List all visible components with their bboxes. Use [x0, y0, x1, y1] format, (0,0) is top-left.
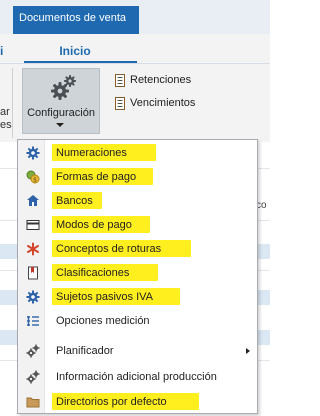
menu-item-planificador[interactable]: Planificador — [18, 339, 257, 363]
menu-item-label: Formas de pago — [56, 171, 137, 183]
vencimientos-label: Vencimientos — [130, 97, 196, 109]
ribbon-left-button-fragment[interactable]: ar — [0, 106, 10, 118]
menu-item-formas-de-pago[interactable]: $ Formas de pago — [18, 165, 257, 189]
document-list-icon — [115, 96, 125, 110]
title-strip: Documentos de venta — [0, 0, 270, 34]
document-tab[interactable]: Documentos de venta — [13, 6, 139, 34]
bank-icon — [27, 195, 39, 206]
configuracion-label: Configuración — [27, 107, 95, 119]
coins-icon: $ — [26, 170, 40, 184]
menu-item-opciones-medicion[interactable]: Opciones medición — [18, 309, 257, 333]
menu-item-conceptos-de-roturas[interactable]: Conceptos de roturas — [18, 237, 257, 261]
menu-item-clasificaciones[interactable]: Clasificaciones — [18, 261, 257, 285]
tab-inicio[interactable]: Inicio — [40, 44, 110, 58]
retenciones-label: Retenciones — [130, 74, 192, 86]
menu-item-label: Modos de pago — [56, 219, 132, 231]
menu-item-label: Información adicional producción — [56, 371, 217, 383]
document-list-icon — [115, 73, 125, 87]
card-icon — [26, 220, 40, 230]
svg-text:$: $ — [33, 177, 37, 184]
asterisk-icon — [27, 242, 39, 256]
gears-icon — [51, 75, 76, 100]
ribbon-group-separator — [12, 68, 13, 138]
measure-list-icon — [27, 316, 39, 326]
menu-item-label: Numeraciones — [56, 147, 127, 159]
menu-item-label: Opciones medición — [56, 315, 150, 327]
menu-item-label: Bancos — [56, 195, 93, 207]
menu-item-informacion-adicional-produccion[interactable]: Información adicional producción — [18, 365, 257, 389]
vencimientos-button[interactable]: Vencimientos — [114, 94, 195, 112]
folder-icon — [26, 397, 40, 408]
ribbon-left-button-fragment-2[interactable]: es — [0, 119, 12, 131]
submenu-arrow-icon — [246, 348, 250, 354]
menu-item-sujetos-pasivos-iva[interactable]: Sujetos pasivos IVA — [18, 285, 257, 309]
gears-icon — [26, 370, 40, 384]
gear-icon — [26, 290, 40, 304]
configuracion-dropdown-menu: Numeraciones $ Formas de pago Bancos Mod… — [17, 139, 258, 414]
menu-item-label: Planificador — [56, 345, 114, 357]
menu-item-label: Clasificaciones — [56, 267, 130, 279]
configuracion-button[interactable]: Configuración — [22, 68, 100, 134]
retenciones-button[interactable]: Retenciones — [114, 71, 191, 89]
menu-item-numeraciones[interactable]: Numeraciones — [18, 141, 257, 165]
ribbon-divider — [0, 63, 270, 64]
menu-item-label: Directorios por defecto — [56, 396, 167, 408]
gear-icon — [26, 146, 40, 160]
menu-item-directorios-por-defecto[interactable]: Directorios por defecto — [18, 390, 257, 414]
chevron-down-icon — [56, 123, 64, 127]
ribbon-left-tab-fragment[interactable]: i — [0, 44, 3, 58]
menu-item-label: Sujetos pasivos IVA — [56, 291, 154, 303]
menu-item-bancos[interactable]: Bancos — [18, 189, 257, 213]
menu-item-modos-de-pago[interactable]: Modos de pago — [18, 213, 257, 237]
menu-item-label: Conceptos de roturas — [56, 243, 162, 255]
bookmark-icon — [28, 266, 38, 280]
gears-icon — [26, 344, 40, 358]
